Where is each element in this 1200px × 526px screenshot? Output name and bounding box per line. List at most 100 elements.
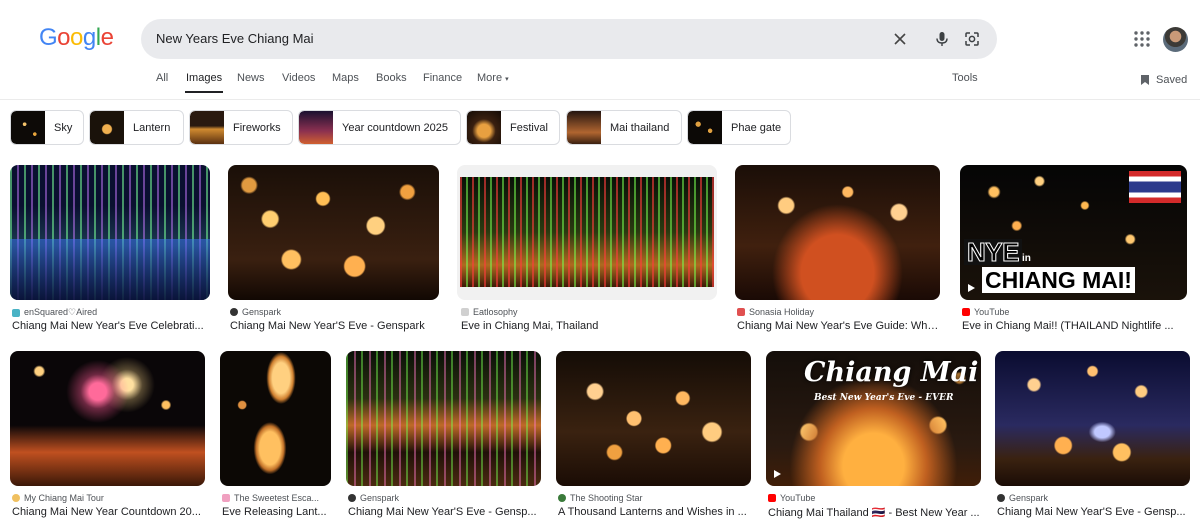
result-thumbnail[interactable] (228, 165, 439, 300)
result-source-label: My Chiang Mai Tour (24, 493, 104, 503)
result-title[interactable]: Chiang Mai Thailand 🇹🇭 - Best New Year .… (768, 506, 981, 519)
youtube-icon (962, 308, 970, 316)
chip-thumbnail (299, 111, 333, 144)
overlay-chiang-mai-script: Chiang Mai (804, 357, 979, 388)
chip-year-countdown-2025[interactable]: Year countdown 2025 (298, 110, 461, 145)
photo-area (460, 177, 714, 287)
chip-label: Fireworks (233, 121, 281, 134)
result-title[interactable]: Eve in Chiang Mai, Thailand (461, 320, 716, 332)
bookmark-icon (1141, 75, 1149, 85)
chip-label: Year countdown 2025 (342, 121, 449, 134)
google-logo[interactable]: Google (39, 24, 114, 52)
result-source[interactable]: Sonasia Holiday (737, 307, 814, 317)
chip-label: Sky (54, 121, 73, 134)
result-title[interactable]: A Thousand Lanterns and Wishes in ... (558, 506, 750, 518)
result-thumbnail[interactable] (735, 165, 940, 300)
tab-finance[interactable]: Finance (423, 72, 462, 84)
result-title[interactable]: Eve in Chiang Mai!! (THAILAND Nightlife … (962, 320, 1187, 332)
source-favicon (230, 308, 238, 316)
result-thumbnail[interactable] (10, 351, 205, 486)
chip-thumbnail (190, 111, 224, 144)
chip-label: Mai thailand (610, 121, 670, 134)
chip-label: Festival (510, 121, 548, 134)
tab-more[interactable]: More ▾ (477, 72, 509, 84)
result-source[interactable]: YouTube (768, 493, 815, 503)
result-title[interactable]: Chiang Mai New Year's Eve Celebrati... (12, 320, 210, 332)
saved-button[interactable]: Saved (1140, 74, 1187, 86)
result-source[interactable]: Genspark (997, 493, 1048, 503)
apps-grid-icon[interactable] (1133, 30, 1151, 48)
result-source-label: YouTube (780, 493, 816, 503)
chip-thumbnail (688, 111, 722, 144)
chip-sky[interactable]: Sky (10, 110, 84, 145)
source-favicon (737, 308, 745, 316)
tab-videos[interactable]: Videos (282, 72, 315, 84)
clear-icon[interactable] (889, 28, 911, 50)
result-source[interactable]: Eatlosophy (461, 307, 518, 317)
result-source[interactable]: The Shooting Star (558, 493, 643, 503)
result-source-label: enSquared♡Aired (24, 307, 98, 317)
result-source[interactable]: YouTube (962, 307, 1009, 317)
overlay-in: in (1022, 253, 1031, 264)
overlay-best-nye: Best New Year's Eve - EVER (814, 393, 954, 403)
chip-mai-thailand[interactable]: Mai thailand (566, 110, 682, 145)
logo-letter: e (100, 24, 114, 51)
chip-label: Lantern (133, 121, 171, 134)
tab-books[interactable]: Books (376, 72, 407, 84)
chip-thumbnail (467, 111, 501, 144)
account-avatar[interactable] (1163, 27, 1188, 52)
result-source[interactable]: My Chiang Mai Tour (12, 493, 104, 503)
chip-thumbnail (11, 111, 45, 144)
result-source[interactable]: Genspark (348, 493, 399, 503)
result-title[interactable]: Chiang Mai New Year'S Eve - Gensp... (348, 506, 541, 518)
result-title[interactable]: Eve Releasing Lant... (222, 506, 330, 518)
tab-more-label: More (477, 72, 503, 84)
chip-fireworks[interactable]: Fireworks (189, 110, 293, 145)
result-title[interactable]: Chiang Mai New Year'S Eve - Genspark (230, 320, 440, 332)
microphone-icon[interactable] (931, 28, 953, 50)
result-source-label: Eatlosophy (473, 307, 518, 317)
logo-letter: G (39, 24, 58, 51)
result-thumbnail[interactable] (556, 351, 751, 486)
tab-maps[interactable]: Maps (332, 72, 359, 84)
result-thumbnail[interactable] (457, 165, 717, 300)
chip-festival[interactable]: Festival (466, 110, 560, 145)
overlay-chiang-mai: CHIANG MAI! (982, 267, 1135, 293)
saved-label: Saved (1156, 74, 1188, 86)
logo-letter: o (70, 24, 83, 51)
result-title[interactable]: Chiang Mai New Year'S Eve - Gensp... (997, 506, 1190, 518)
source-favicon (12, 308, 20, 317)
result-source[interactable]: enSquared♡Aired (12, 307, 97, 318)
result-source[interactable]: Genspark (230, 307, 281, 317)
source-favicon (461, 308, 469, 316)
result-thumbnail[interactable] (346, 351, 541, 486)
reflection-overlay (10, 239, 210, 300)
result-thumbnail[interactable]: Chiang Mai Best New Year's Eve - EVER (766, 351, 981, 486)
chip-phae-gate[interactable]: Phae gate (687, 110, 791, 145)
header-divider (0, 99, 1200, 100)
result-source[interactable]: The Sweetest Esca... (222, 493, 319, 503)
search-box[interactable]: New Years Eve Chiang Mai (141, 19, 997, 59)
chip-label: Phae gate (731, 121, 782, 134)
result-thumbnail[interactable] (995, 351, 1190, 486)
result-source-label: Genspark (1009, 493, 1049, 503)
result-thumbnail[interactable] (220, 351, 331, 486)
result-source-label: The Sweetest Esca... (234, 493, 320, 503)
tab-images[interactable]: Images (184, 72, 224, 93)
result-thumbnail[interactable] (10, 165, 210, 300)
result-thumbnail[interactable]: NYE in CHIANG MAI! (960, 165, 1187, 300)
tab-all[interactable]: All (156, 72, 168, 84)
thai-flag (1129, 171, 1181, 203)
source-favicon (348, 494, 356, 502)
result-title[interactable]: Chiang Mai New Year's Eve Guide: Wha... (737, 320, 942, 332)
source-favicon (222, 494, 230, 502)
result-title[interactable]: Chiang Mai New Year Countdown 20... (12, 506, 207, 518)
chip-thumbnail (90, 111, 124, 144)
tab-news[interactable]: News (237, 72, 265, 84)
lens-camera-icon[interactable] (961, 28, 983, 50)
tools-button[interactable]: Tools (952, 72, 978, 84)
chip-lantern[interactable]: Lantern (89, 110, 184, 145)
play-icon (774, 470, 781, 478)
overlay-nye: NYE (964, 239, 1022, 266)
search-input[interactable]: New Years Eve Chiang Mai (156, 31, 314, 46)
